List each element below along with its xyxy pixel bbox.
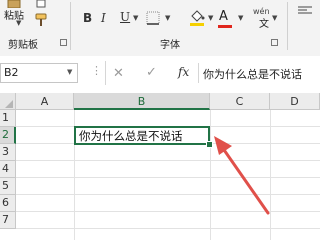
- font-color-swatch: [218, 25, 232, 28]
- ribbon-separator: [70, 2, 71, 50]
- gridline: [16, 194, 320, 195]
- format-painter-icon[interactable]: [33, 12, 49, 28]
- font-color-dropdown-icon[interactable]: ▼: [238, 14, 243, 22]
- row-header-4[interactable]: 4: [0, 161, 16, 178]
- formula-bar-separator: [105, 61, 106, 85]
- column-header-a[interactable]: A: [16, 93, 74, 110]
- column-header-d[interactable]: D: [270, 93, 320, 110]
- cancel-icon[interactable]: ✕: [113, 66, 124, 81]
- cell-b2-value: 你为什么总是不说话: [79, 129, 183, 143]
- gridline: [16, 160, 320, 161]
- borders-dropdown-icon[interactable]: ▼: [165, 14, 170, 22]
- clipboard-group-label: 剪贴板: [8, 40, 38, 51]
- phonetic-guide-button[interactable]: 文: [259, 15, 269, 30]
- formula-value: 你为什么总是不说话: [203, 68, 302, 81]
- align-left-icon[interactable]: [298, 6, 312, 16]
- name-box-dropdown-icon[interactable]: ▼: [67, 68, 72, 76]
- copy-icon[interactable]: [36, 0, 48, 8]
- fill-color-dropdown-icon[interactable]: ▼: [208, 14, 213, 22]
- bold-button[interactable]: B: [83, 11, 92, 25]
- row-header-3[interactable]: 3: [0, 144, 16, 161]
- gridline: [270, 110, 271, 240]
- ribbon-separator: [287, 2, 288, 50]
- insert-function-icon[interactable]: fx: [178, 65, 189, 79]
- borders-icon[interactable]: [146, 11, 160, 25]
- row-header-2[interactable]: 2: [0, 127, 16, 144]
- underline-dropdown-icon[interactable]: ▼: [133, 14, 138, 22]
- fill-handle[interactable]: [206, 141, 213, 148]
- font-dialog-launcher[interactable]: [271, 39, 278, 46]
- italic-button[interactable]: I: [101, 11, 106, 25]
- gridline: [16, 211, 320, 212]
- phonetic-guide-dropdown-icon[interactable]: ▼: [272, 14, 277, 22]
- underline-button[interactable]: U: [120, 10, 130, 24]
- row-header-1[interactable]: 1: [0, 110, 16, 127]
- clipboard-dialog-launcher[interactable]: [60, 39, 67, 46]
- formula-bar-grip-icon[interactable]: ⋮: [91, 64, 102, 77]
- worksheet-grid: [0, 90, 320, 240]
- select-all-triangle-icon: [5, 100, 13, 108]
- column-header-c[interactable]: C: [210, 93, 270, 110]
- font-color-button[interactable]: A: [219, 9, 228, 24]
- row-header-5[interactable]: 5: [0, 178, 16, 195]
- gridline: [16, 228, 320, 229]
- fill-color-icon[interactable]: [188, 8, 206, 26]
- column-header-b[interactable]: B: [74, 93, 210, 110]
- enter-icon[interactable]: ✓: [146, 65, 157, 80]
- paste-dropdown-icon[interactable]: ▼: [16, 19, 21, 27]
- name-box-value: B2: [4, 66, 19, 79]
- font-group-label: 字体: [160, 40, 180, 51]
- row-header-6[interactable]: 6: [0, 195, 16, 212]
- gridline: [16, 177, 320, 178]
- gridline: [210, 110, 211, 240]
- row-header-7[interactable]: 7: [0, 212, 16, 229]
